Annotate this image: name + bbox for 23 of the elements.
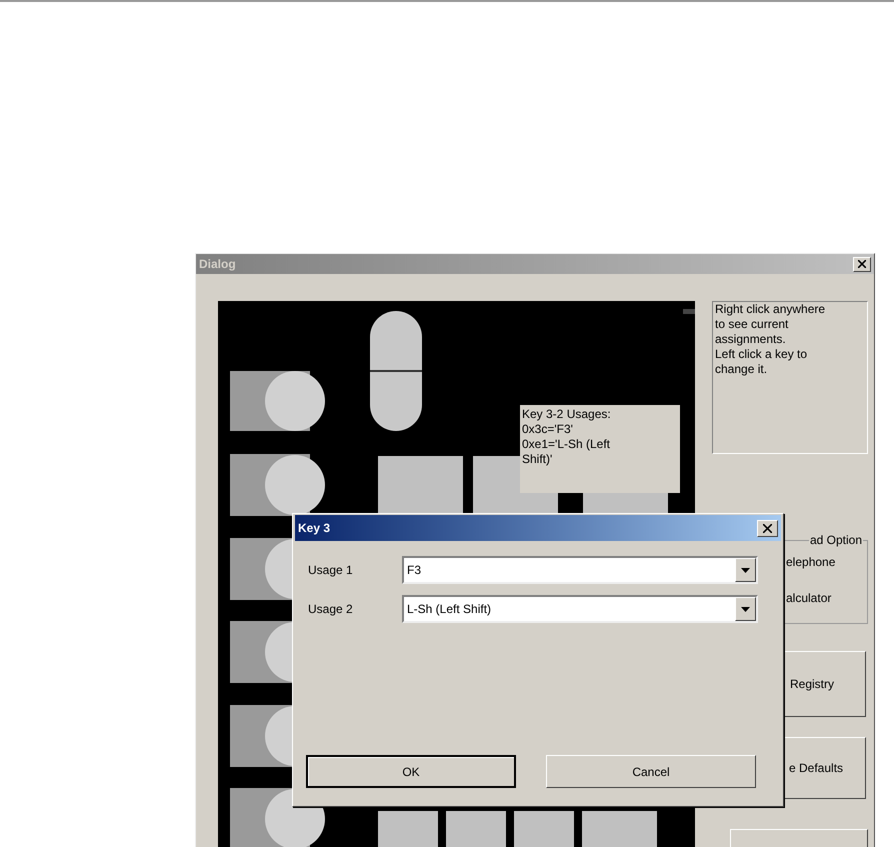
- dropdown-field[interactable]: F3: [402, 556, 758, 584]
- dropdown-field[interactable]: L-Sh (Left Shift): [402, 595, 758, 623]
- dialog-button[interactable]: OK: [306, 755, 516, 788]
- close-button[interactable]: [853, 256, 871, 272]
- field-label: Usage 1: [308, 562, 354, 579]
- caret-icon: [741, 568, 750, 572]
- group-label: ad Option: [808, 533, 863, 547]
- dialog-title: Key 3: [298, 520, 330, 537]
- dropdown-arrow-button[interactable]: [735, 558, 756, 582]
- window-title: Dialog: [199, 256, 236, 273]
- close-icon: [763, 524, 772, 532]
- option-label[interactable]: elephone: [786, 555, 867, 569]
- caret-icon: [741, 606, 750, 612]
- field-label: Usage 2: [308, 601, 354, 618]
- dialog-button[interactable]: Cancel: [546, 755, 756, 788]
- dropdown-value: F3: [407, 562, 422, 579]
- close-icon: [858, 260, 866, 268]
- option-label[interactable]: alculator: [786, 591, 867, 605]
- dropdown-value: L-Sh (Left Shift): [407, 601, 492, 618]
- instructions-text: Right click anywhere to see current assignments. Left click a key to change it.: [712, 301, 868, 454]
- usage-tooltip: Key 3-2 Usages: 0x3c='F3' 0xe1='L-Sh (Left Shift)': [520, 405, 680, 493]
- close-button[interactable]: [757, 520, 778, 536]
- dropdown-arrow-button[interactable]: [735, 597, 756, 621]
